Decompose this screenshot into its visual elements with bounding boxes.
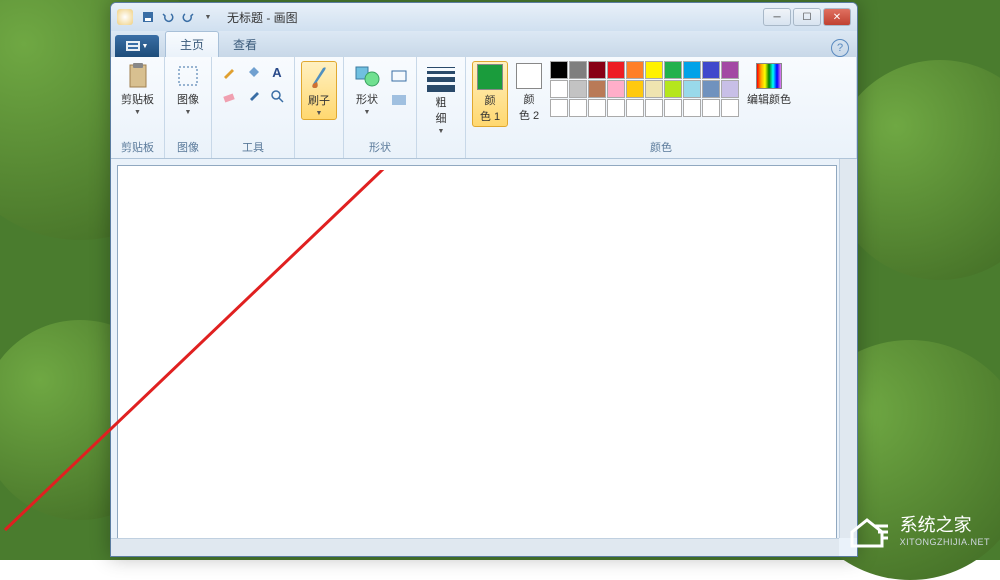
palette-color[interactable] [607, 80, 625, 98]
palette-color[interactable] [702, 80, 720, 98]
palette-color[interactable] [645, 99, 663, 117]
eraser-tool[interactable] [218, 85, 240, 107]
palette-color[interactable] [588, 61, 606, 79]
undo-icon[interactable] [159, 8, 177, 26]
group-tools: A 工具 [212, 57, 295, 158]
palette-color[interactable] [588, 80, 606, 98]
palette-color[interactable] [569, 61, 587, 79]
palette-color[interactable] [721, 99, 739, 117]
palette-color[interactable] [664, 61, 682, 79]
pencil-tool[interactable] [218, 61, 240, 83]
canvas[interactable] [117, 165, 837, 545]
watermark-url: XITONGZHIJIA.NET [900, 537, 990, 547]
stroke-size-icon [427, 63, 455, 92]
brush-icon [306, 64, 332, 90]
shapes-icon [354, 63, 380, 89]
horizontal-scrollbar[interactable] [111, 538, 839, 556]
group-clipboard: 剪贴板 ▼ 剪贴板 [111, 57, 165, 158]
palette-color[interactable] [664, 80, 682, 98]
text-tool[interactable]: A [266, 61, 288, 83]
edit-colors-button[interactable]: 编辑颜色 [743, 61, 795, 109]
palette-color[interactable] [702, 99, 720, 117]
paste-button[interactable]: 剪贴板 ▼ [117, 61, 158, 118]
tab-home[interactable]: 主页 [165, 31, 219, 57]
palette-color[interactable] [550, 61, 568, 79]
picker-tool[interactable] [242, 85, 264, 107]
watermark-logo-icon [844, 506, 890, 552]
vertical-scrollbar[interactable] [839, 159, 857, 538]
palette-color[interactable] [550, 99, 568, 117]
tab-row: ▼ 主页 查看 ? [111, 31, 857, 57]
ribbon: 剪贴板 ▼ 剪贴板 图像 ▼ 图像 A [111, 57, 857, 159]
clipboard-icon [125, 63, 151, 89]
group-size: 粗 细 ▼ . [417, 57, 466, 158]
palette-color[interactable] [569, 99, 587, 117]
palette-color[interactable] [607, 61, 625, 79]
edit-colors-icon [756, 63, 782, 89]
window-title: 无标题 - 画图 [227, 9, 298, 26]
color-palette [550, 61, 739, 117]
file-menu-button[interactable]: ▼ [115, 35, 159, 57]
magnifier-tool[interactable] [266, 85, 288, 107]
palette-color[interactable] [664, 99, 682, 117]
help-button[interactable]: ? [831, 39, 849, 57]
palette-color[interactable] [626, 80, 644, 98]
shapes-button[interactable]: 形状 ▼ [350, 61, 384, 118]
palette-color[interactable] [645, 80, 663, 98]
palette-color[interactable] [569, 80, 587, 98]
palette-color[interactable] [626, 61, 644, 79]
palette-color[interactable] [607, 99, 625, 117]
close-button[interactable]: ✕ [823, 8, 851, 26]
watermark: 系统之家 XITONGZHIJIA.NET [844, 506, 990, 552]
qat-dropdown-icon[interactable]: ▼ [199, 8, 217, 26]
fill-tool[interactable] [242, 61, 264, 83]
color1-swatch [477, 64, 503, 90]
watermark-text: 系统之家 [900, 515, 972, 535]
shape-outline-button[interactable] [388, 65, 410, 87]
size-button[interactable]: 粗 细 ▼ [423, 61, 459, 137]
redo-icon[interactable] [179, 8, 197, 26]
color2-swatch [516, 63, 542, 89]
maximize-button[interactable]: ☐ [793, 8, 821, 26]
group-brushes: 刷子 ▼ . [295, 57, 344, 158]
palette-color[interactable] [702, 61, 720, 79]
workspace [111, 159, 857, 556]
minimize-button[interactable]: ─ [763, 8, 791, 26]
app-icon [117, 9, 133, 25]
palette-color[interactable] [683, 99, 701, 117]
palette-color[interactable] [721, 80, 739, 98]
file-menu-icon [126, 41, 140, 51]
group-image: 图像 ▼ 图像 [165, 57, 212, 158]
select-button[interactable]: 图像 ▼ [171, 61, 205, 118]
group-colors: 颜 色 1 颜 色 2 编辑颜色 颜色 [466, 57, 857, 158]
select-icon [175, 63, 201, 89]
brushes-button[interactable]: 刷子 ▼ [301, 61, 337, 120]
shape-fill-button[interactable] [388, 89, 410, 111]
palette-color[interactable] [721, 61, 739, 79]
palette-color[interactable] [683, 80, 701, 98]
title-bar[interactable]: ▼ 无标题 - 画图 ─ ☐ ✕ [111, 3, 857, 31]
tab-view[interactable]: 查看 [219, 32, 271, 57]
palette-color[interactable] [683, 61, 701, 79]
quick-access-toolbar: ▼ [139, 8, 217, 26]
palette-color[interactable] [645, 61, 663, 79]
palette-color[interactable] [550, 80, 568, 98]
save-icon[interactable] [139, 8, 157, 26]
app-window: ▼ 无标题 - 画图 ─ ☐ ✕ ▼ 主页 查看 ? 剪贴板 ▼ 剪贴板 [110, 2, 858, 557]
color2-button[interactable]: 颜 色 2 [512, 61, 546, 125]
group-shapes: 形状 ▼ 形状 [344, 57, 417, 158]
palette-color[interactable] [588, 99, 606, 117]
color1-button[interactable]: 颜 色 1 [472, 61, 508, 127]
palette-color[interactable] [626, 99, 644, 117]
